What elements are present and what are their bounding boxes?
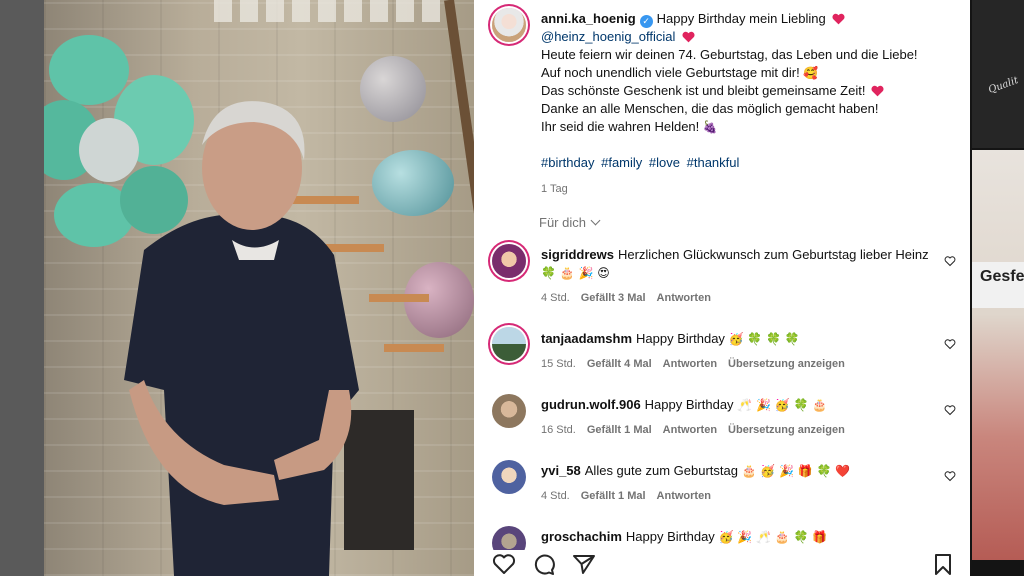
caption-line: Danke an alle Menschen, die das möglich …	[541, 101, 879, 116]
comment-likes[interactable]: Gefällt 3 Mal	[581, 292, 646, 304]
post-caption: anni.ka_hoenig ✓ Happy Birthday mein Liebl…	[541, 10, 951, 198]
like-comment-heart-icon[interactable]	[944, 470, 956, 482]
balloon-teal	[372, 150, 454, 216]
comment-username[interactable]: groschachim	[541, 529, 622, 544]
comment-username[interactable]: gudrun.wolf.906	[541, 397, 641, 412]
comment-username[interactable]: tanjaadamshm	[541, 331, 632, 346]
man-figure	[124, 101, 359, 576]
chevron-down-icon	[590, 215, 601, 226]
caption-line: Auf noch unendlich viele Geburtstage mit…	[541, 65, 800, 80]
wall-shelf	[384, 344, 444, 352]
hashtag-link[interactable]: #family	[601, 155, 642, 170]
caption-line: Heute feiern wir deinen 74. Geburtstag, …	[541, 47, 918, 62]
comment-item: gudrun.wolf.906 Happy Birthday 🥂 🎉 🥳 🍀 🎂 …	[541, 396, 941, 439]
hashtag-link[interactable]: #birthday	[541, 155, 594, 170]
reply-button[interactable]: Antworten	[657, 490, 711, 502]
caption-line: Ihr seid die wahren Helden!	[541, 119, 700, 134]
grapes-emoji-icon: 🍇	[702, 120, 718, 134]
send-icon[interactable]	[572, 553, 596, 575]
hashtag-list: #birthday #family #love #thankful	[541, 154, 951, 172]
comment-age[interactable]: 4 Std.	[541, 490, 570, 502]
comment-age[interactable]: 15 Std.	[541, 358, 576, 370]
next-post-preview[interactable]: Qualit	[972, 0, 1024, 148]
comment-text: Alles gute zum Geburtstag	[584, 463, 738, 478]
comment-item: sigriddrews Herzlichen Glückwunsch zum Ge…	[541, 246, 941, 307]
commenter-avatar[interactable]	[492, 460, 526, 494]
garland	[214, 0, 444, 22]
hashtag-link[interactable]: #love	[649, 155, 680, 170]
commenter-avatar[interactable]	[492, 244, 526, 278]
comment-username[interactable]: sigriddrews	[541, 247, 614, 262]
heart-emoji-icon	[871, 85, 884, 97]
author-avatar[interactable]	[492, 8, 526, 42]
commenter-avatar[interactable]	[492, 394, 526, 428]
like-comment-heart-icon[interactable]	[944, 404, 956, 416]
post-panel: anni.ka_hoenig ✓ Happy Birthday mein Liebl…	[474, 0, 970, 576]
translate-button[interactable]: Übersetzung anzeigen	[728, 358, 845, 370]
comment-text: Happy Birthday	[644, 397, 734, 412]
like-comment-heart-icon[interactable]	[944, 338, 956, 350]
heart-icon[interactable]	[492, 553, 516, 575]
comment-username[interactable]: yvi_58	[541, 463, 581, 478]
like-comment-heart-icon[interactable]	[944, 255, 956, 267]
comment-text: Herzlichen Glückwunsch zum Geburtstag li…	[617, 247, 929, 262]
comment-item: tanjaadamshm Happy Birthday 🥳 🍀 🍀 🍀 15 St…	[541, 330, 941, 373]
comment-emoji: 🥂 🎉 🥳 🍀 🎂	[737, 398, 828, 412]
reply-button[interactable]: Antworten	[663, 358, 717, 370]
post-timestamp[interactable]: 1 Tag	[541, 180, 951, 198]
comment-emoji: 🥳 🍀 🍀 🍀	[728, 332, 800, 346]
mention-link[interactable]: @heinz_hoenig_official	[541, 29, 675, 44]
comment-item: groschachim Happy Birthday 🥳 🎉 🥂 🎂 🍀 🎁	[541, 528, 941, 546]
comment-likes[interactable]: Gefällt 1 Mal	[581, 490, 646, 502]
post-action-bar	[474, 550, 970, 576]
comment-filter-dropdown[interactable]: Für dich	[539, 215, 601, 230]
next-post-preview[interactable]	[972, 150, 1024, 560]
filter-label: Für dich	[539, 215, 586, 230]
translate-button[interactable]: Übersetzung anzeigen	[728, 424, 845, 436]
reply-button[interactable]: Antworten	[663, 424, 717, 436]
comment-likes[interactable]: Gefällt 4 Mal	[587, 358, 652, 370]
signature-text: Qualit	[987, 75, 1020, 96]
comment-age[interactable]: 16 Std.	[541, 424, 576, 436]
right-backdrop: Qualit Gesfer	[970, 0, 1024, 576]
comment-likes[interactable]: Gefällt 1 Mal	[587, 424, 652, 436]
hashtag-link[interactable]: #thankful	[687, 155, 740, 170]
reply-button[interactable]: Antworten	[657, 292, 711, 304]
bookmark-icon[interactable]	[932, 553, 954, 575]
comment-emoji: 🥳 🎉 🥂 🎂 🍀 🎁	[718, 530, 828, 544]
sign-text: Gesfer	[972, 262, 1024, 308]
comment-item: yvi_58 Alles gute zum Geburtstag 🎂 🥳 🎉 🎁 …	[541, 462, 941, 505]
heart-emoji-icon	[832, 13, 845, 25]
comment-age[interactable]: 4 Std.	[541, 292, 570, 304]
caption-line: Das schönste Geschenk ist und bleibt gem…	[541, 83, 866, 98]
comment-text: Happy Birthday	[636, 331, 725, 346]
left-backdrop	[0, 0, 44, 576]
post-image[interactable]	[44, 0, 474, 576]
verified-badge-icon: ✓	[639, 15, 653, 28]
heart-emoji-icon	[682, 31, 695, 43]
comment-text: Happy Birthday	[625, 529, 715, 544]
comment-emoji: 🎂 🥳 🎉 🎁 🍀 ❤️	[741, 464, 851, 478]
caption-first-line: Happy Birthday mein Liebling	[656, 11, 826, 26]
commenter-avatar[interactable]	[492, 327, 526, 361]
comment-emoji: 🍀 🎂 🎉 😍	[541, 266, 610, 280]
smiling-hearts-emoji-icon: 🥰	[803, 66, 819, 80]
author-username[interactable]: anni.ka_hoenig	[541, 11, 636, 26]
comment-icon[interactable]	[532, 553, 556, 575]
